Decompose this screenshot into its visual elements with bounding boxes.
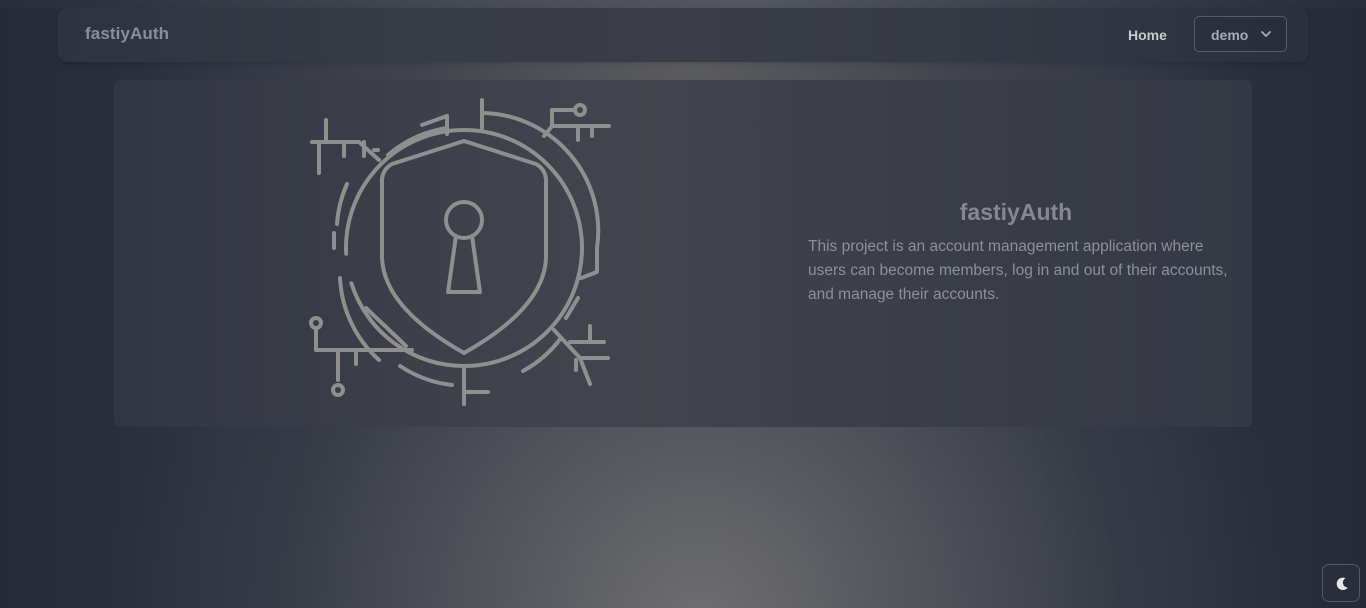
- user-menu-label: demo: [1211, 27, 1249, 43]
- brand-logo[interactable]: fastiyAuth: [85, 24, 169, 44]
- theme-toggle-button[interactable]: [1322, 564, 1360, 602]
- hero-title: fastiyAuth: [959, 199, 1073, 225]
- security-lock-shield-icon: [309, 98, 611, 406]
- hero-card: fastiyAuth This project is an account ma…: [114, 80, 1252, 427]
- navbar: fastiyAuth Home demo: [58, 8, 1308, 62]
- top-accent-bar: [0, 0, 1366, 8]
- chevron-down-icon: [1261, 31, 1271, 37]
- hero-description: This project is an account management ap…: [808, 238, 1228, 303]
- nav-home-link[interactable]: Home: [1128, 27, 1167, 43]
- moon-icon: [1336, 577, 1348, 591]
- user-menu-dropdown[interactable]: demo: [1194, 16, 1287, 52]
